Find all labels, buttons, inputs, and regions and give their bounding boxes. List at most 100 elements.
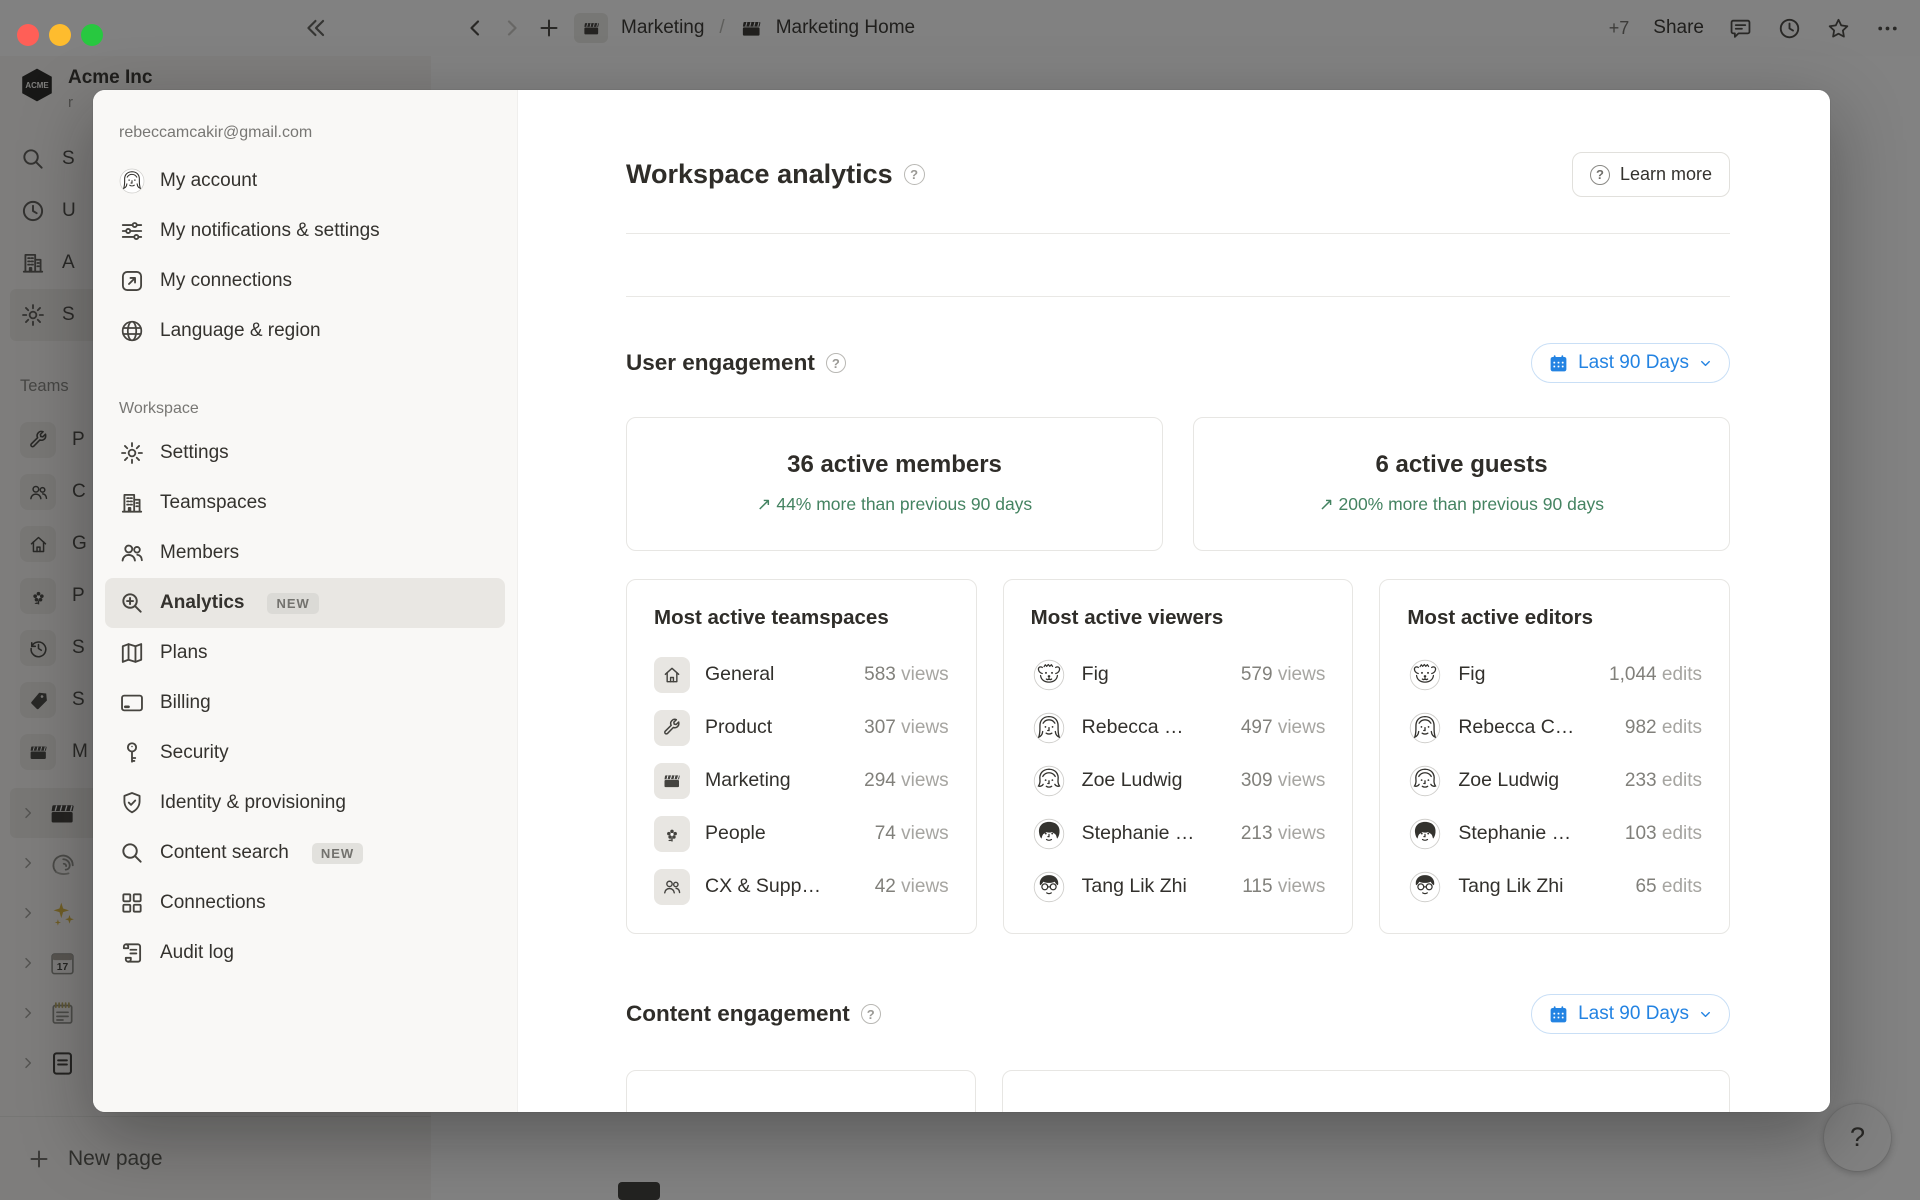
sliders-icon bbox=[119, 218, 145, 244]
settings-nav-item[interactable]: Language & region bbox=[105, 306, 505, 356]
list-item[interactable]: Tang Lik Zhi65 edits bbox=[1407, 860, 1702, 913]
settings-nav-label: Identity & provisioning bbox=[160, 792, 346, 814]
analytics-tabs bbox=[626, 234, 1730, 297]
user-engagement-heading: User engagement bbox=[626, 350, 815, 376]
settings-nav-label: Language & region bbox=[160, 320, 321, 342]
section-help-icon[interactable]: ? bbox=[861, 1004, 881, 1024]
list-item[interactable]: Tang Lik Zhi115 views bbox=[1031, 860, 1326, 913]
settings-nav-label: Security bbox=[160, 742, 229, 764]
settings-nav-item[interactable]: Teamspaces bbox=[105, 478, 505, 528]
list-item[interactable]: Rebecca C…982 edits bbox=[1407, 701, 1702, 754]
settings-nav-item[interactable]: Members bbox=[105, 528, 505, 578]
account-nav: My account My notifications & settings My … bbox=[105, 156, 505, 356]
list-item[interactable]: General583 views bbox=[654, 648, 949, 701]
list-item[interactable]: Zoe Ludwig309 views bbox=[1031, 754, 1326, 807]
card-title: Most active teamspaces bbox=[654, 606, 949, 630]
account-email: rebeccamcakir@gmail.com bbox=[105, 124, 505, 142]
avatar-stephanie-icon bbox=[1407, 816, 1443, 852]
settings-nav-label: Content search bbox=[160, 842, 289, 864]
date-range-label: Last 90 Days bbox=[1578, 352, 1689, 374]
analytics-panel: Workspace analytics ? ? Learn more User … bbox=[518, 90, 1830, 1112]
chevron-down-icon bbox=[1698, 356, 1713, 371]
calendar-icon bbox=[1548, 1004, 1569, 1025]
settings-nav-item[interactable]: Security bbox=[105, 728, 505, 778]
list-item[interactable]: CX & Supp…42 views bbox=[654, 860, 949, 913]
avatar-tang-icon bbox=[1031, 869, 1067, 905]
people-icon bbox=[654, 869, 690, 905]
list-item[interactable]: Fig579 views bbox=[1031, 648, 1326, 701]
list-item[interactable]: Marketing294 views bbox=[654, 754, 949, 807]
settings-nav-item[interactable]: Audit log bbox=[105, 928, 505, 978]
settings-nav-label: Connections bbox=[160, 892, 266, 914]
globe-icon bbox=[119, 318, 145, 344]
editor-rows: Fig1,044 editsRebecca C…982 editsZoe Lud… bbox=[1407, 648, 1702, 913]
settings-nav-item[interactable]: My account bbox=[105, 156, 505, 206]
search-icon bbox=[119, 840, 145, 866]
settings-nav-item[interactable]: Billing bbox=[105, 678, 505, 728]
shield-check-icon bbox=[119, 790, 145, 816]
learn-more-label: Learn more bbox=[1620, 164, 1712, 185]
close-window-button[interactable] bbox=[17, 24, 39, 46]
active-guests-card: 6 active guests ↗ 200% more than previou… bbox=[1193, 417, 1730, 551]
key-icon bbox=[119, 740, 145, 766]
active-members-card: 36 active members ↗ 44% more than previo… bbox=[626, 417, 1163, 551]
avatar-rebecca-icon bbox=[1407, 710, 1443, 746]
settings-nav-item[interactable]: My notifications & settings bbox=[105, 206, 505, 256]
zoom-window-button[interactable] bbox=[81, 24, 103, 46]
list-item[interactable]: Stephanie …213 views bbox=[1031, 807, 1326, 860]
workspace-nav: Settings Teamspaces Members AnalyticsNEW Pla… bbox=[105, 428, 505, 978]
chevron-down-icon bbox=[1698, 1007, 1713, 1022]
settings-nav-item[interactable]: Connections bbox=[105, 878, 505, 928]
stat-delta: ↗ 44% more than previous 90 days bbox=[637, 494, 1152, 515]
list-item[interactable]: Stephanie …103 edits bbox=[1407, 807, 1702, 860]
search-plus-icon bbox=[119, 590, 145, 616]
settings-nav-label: My notifications & settings bbox=[160, 220, 380, 242]
content-card-partial bbox=[1002, 1070, 1730, 1112]
workspace-section-label: Workspace bbox=[105, 400, 505, 418]
trend-up-icon: ↗ bbox=[1319, 494, 1334, 514]
stat-headline: 6 active guests bbox=[1204, 451, 1719, 479]
settings-nav-label: Settings bbox=[160, 442, 229, 464]
settings-nav-item[interactable]: AnalyticsNEW bbox=[105, 578, 505, 628]
list-item[interactable]: People74 views bbox=[654, 807, 949, 860]
settings-nav-label: Plans bbox=[160, 642, 208, 664]
settings-nav-item[interactable]: Settings bbox=[105, 428, 505, 478]
avatar-rebecca-icon bbox=[119, 168, 145, 194]
card-title: Most active viewers bbox=[1031, 606, 1326, 630]
wrench-icon bbox=[654, 710, 690, 746]
viewer-rows: Fig579 viewsRebecca …497 viewsZoe Ludwig… bbox=[1031, 648, 1326, 913]
grid-icon bbox=[119, 890, 145, 916]
settings-nav-label: Members bbox=[160, 542, 239, 564]
scroll-icon bbox=[119, 940, 145, 966]
title-help-icon[interactable]: ? bbox=[904, 164, 925, 185]
list-item[interactable]: Product307 views bbox=[654, 701, 949, 754]
minimize-window-button[interactable] bbox=[49, 24, 71, 46]
most-active-editors-card: Most active editors Fig1,044 editsRebecc… bbox=[1379, 579, 1730, 934]
list-item[interactable]: Fig1,044 edits bbox=[1407, 648, 1702, 701]
settings-modal: rebeccamcakir@gmail.com My account My not… bbox=[93, 90, 1830, 1112]
teamspace-rows: General583 viewsProduct307 viewsMarketin… bbox=[654, 648, 949, 913]
flower-icon bbox=[654, 816, 690, 852]
list-item[interactable]: Zoe Ludwig233 edits bbox=[1407, 754, 1702, 807]
learn-more-button[interactable]: ? Learn more bbox=[1572, 152, 1730, 197]
list-item[interactable]: Rebecca …497 views bbox=[1031, 701, 1326, 754]
settings-nav-item[interactable]: Identity & provisioning bbox=[105, 778, 505, 828]
settings-sidebar: rebeccamcakir@gmail.com My account My not… bbox=[93, 90, 518, 1112]
avatar-zoe-icon bbox=[1407, 763, 1443, 799]
settings-nav-item[interactable]: Content searchNEW bbox=[105, 828, 505, 878]
arrow-up-right-icon bbox=[119, 268, 145, 294]
settings-nav-label: Billing bbox=[160, 692, 211, 714]
content-card-partial bbox=[626, 1070, 976, 1112]
settings-nav-item[interactable]: Plans bbox=[105, 628, 505, 678]
card-title: Most active editors bbox=[1407, 606, 1702, 630]
settings-nav-label: Analytics bbox=[160, 592, 244, 614]
stat-headline: 36 active members bbox=[637, 451, 1152, 479]
avatar-rebecca-icon bbox=[1031, 710, 1067, 746]
calendar-icon bbox=[1548, 353, 1569, 374]
question-circle-icon: ? bbox=[1590, 165, 1610, 185]
settings-nav-item[interactable]: My connections bbox=[105, 256, 505, 306]
date-range-selector[interactable]: Last 90 Days bbox=[1531, 343, 1730, 383]
section-help-icon[interactable]: ? bbox=[826, 353, 846, 373]
date-range-selector[interactable]: Last 90 Days bbox=[1531, 994, 1730, 1034]
date-range-label: Last 90 Days bbox=[1578, 1003, 1689, 1025]
